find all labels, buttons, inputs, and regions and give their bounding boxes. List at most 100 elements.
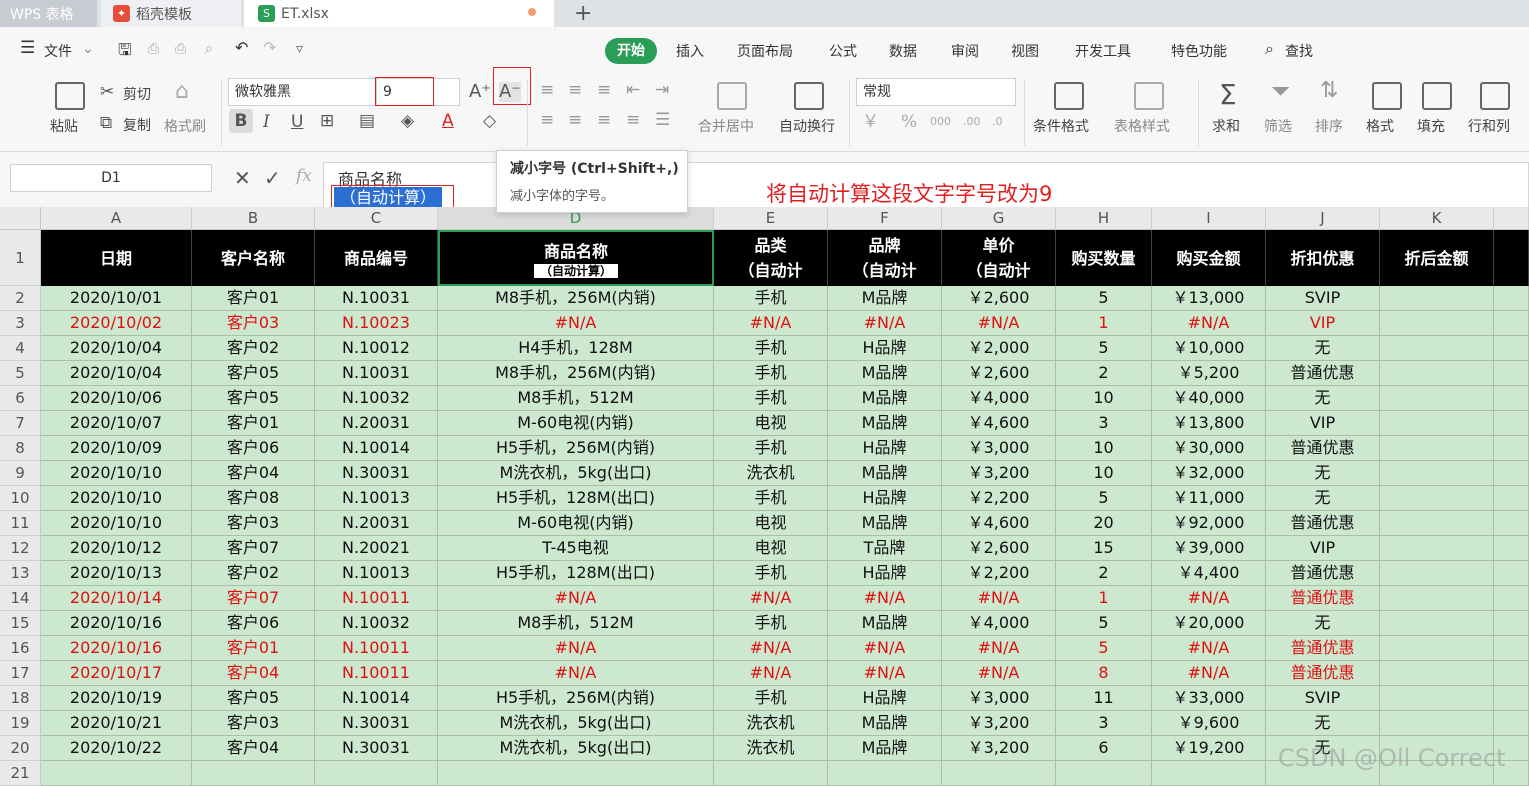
header-category[interactable]: 品类 （自动计	[714, 230, 828, 286]
table-cell[interactable]: #N/A	[438, 311, 714, 336]
table-cell[interactable]: H4手机，128M	[438, 336, 714, 361]
filter-button[interactable]: 筛选	[1264, 116, 1292, 136]
table-cell[interactable]: 2020/10/09	[41, 436, 192, 461]
row-header[interactable]: 13	[0, 561, 41, 586]
table-cell[interactable]: 洗衣机	[714, 461, 828, 486]
table-cell[interactable]: ￥3,200	[942, 736, 1056, 761]
table-cell[interactable]: ￥39,000	[1152, 536, 1266, 561]
table-cell[interactable]: #N/A	[942, 661, 1056, 686]
currency-icon[interactable]: ￥	[862, 112, 879, 132]
table-cell[interactable]	[1380, 436, 1494, 461]
table-cell[interactable]: 无	[1266, 486, 1380, 511]
table-cell[interactable]: ￥4,600	[942, 411, 1056, 436]
table-cell[interactable]: 客户03	[192, 511, 315, 536]
table-cell[interactable]: 客户02	[192, 336, 315, 361]
table-cell[interactable]: M8手机，512M	[438, 386, 714, 411]
distribute-icon[interactable]: ☰	[655, 110, 670, 130]
new-tab-button[interactable]: +	[574, 1, 592, 26]
table-cell[interactable]: 客户05	[192, 361, 315, 386]
table-cell[interactable]: 5	[1056, 611, 1152, 636]
font-name-select[interactable]: 微软雅黑	[228, 78, 376, 106]
table-cell[interactable]: N.10011	[315, 636, 438, 661]
table-cell[interactable]: H5手机，128M(出口)	[438, 486, 714, 511]
table-cell[interactable]	[1380, 511, 1494, 536]
table-cell[interactable]: 20	[1056, 511, 1152, 536]
table-cell[interactable]: 3	[1056, 411, 1152, 436]
table-cell[interactable]: #N/A	[1152, 311, 1266, 336]
indent-decrease-icon[interactable]: ⇤	[626, 80, 640, 100]
table-cell[interactable]: 无	[1266, 711, 1380, 736]
sum-button[interactable]: 求和	[1212, 116, 1240, 136]
tab-insert[interactable]: 插入	[676, 41, 704, 61]
table-cell[interactable]: ￥5,200	[1152, 361, 1266, 386]
table-cell[interactable]: 普通优惠	[1266, 436, 1380, 461]
table-cell[interactable]	[1152, 761, 1266, 786]
table-cell[interactable]: ￥2,200	[942, 561, 1056, 586]
table-cell[interactable]: ￥30,000	[1152, 436, 1266, 461]
table-cell[interactable]: 客户01	[192, 636, 315, 661]
table-cell[interactable]: 2020/10/19	[41, 686, 192, 711]
table-cell[interactable]	[41, 761, 192, 786]
row-header[interactable]: 19	[0, 711, 41, 736]
header-code[interactable]: 商品编号	[315, 230, 438, 286]
cancel-icon[interactable]: ✕	[234, 166, 251, 190]
table-cell[interactable]: N.10014	[315, 436, 438, 461]
table-cell[interactable]: 2020/10/06	[41, 386, 192, 411]
column-header-h[interactable]: H	[1056, 207, 1152, 230]
table-cell[interactable]: ￥2,200	[942, 486, 1056, 511]
table-cell[interactable]	[1380, 611, 1494, 636]
tab-start[interactable]: 开始	[605, 38, 657, 64]
number-format-select[interactable]: 常规	[856, 78, 1016, 106]
tab-developer[interactable]: 开发工具	[1075, 41, 1131, 61]
table-cell[interactable]: ￥4,400	[1152, 561, 1266, 586]
header-extra[interactable]	[1494, 230, 1529, 286]
sort-button[interactable]: 排序	[1315, 116, 1343, 136]
table-cell[interactable]: N.10013	[315, 561, 438, 586]
table-cell[interactable]: 1	[1056, 586, 1152, 611]
table-cell[interactable]: 2020/10/10	[41, 461, 192, 486]
header-brand[interactable]: 品牌 （自动计	[828, 230, 942, 286]
table-cell[interactable]: N.20031	[315, 511, 438, 536]
table-cell[interactable]: ￥92,000	[1152, 511, 1266, 536]
table-cell[interactable]	[1494, 486, 1529, 511]
table-cell[interactable]: N.10011	[315, 661, 438, 686]
redo-icon[interactable]: ↷	[263, 38, 276, 57]
table-cell[interactable]: N.30031	[315, 461, 438, 486]
table-cell[interactable]: ￥2,000	[942, 336, 1056, 361]
table-cell[interactable]	[1494, 586, 1529, 611]
column-header-k[interactable]: K	[1380, 207, 1494, 230]
table-cell[interactable]	[714, 761, 828, 786]
row-header[interactable]: 2	[0, 286, 41, 311]
row-header[interactable]: 9	[0, 461, 41, 486]
table-cell[interactable]	[1380, 386, 1494, 411]
percent-icon[interactable]: %	[901, 112, 917, 132]
table-cell[interactable]: 无	[1266, 336, 1380, 361]
table-cell[interactable]: 10	[1056, 461, 1152, 486]
table-cell[interactable]	[1494, 536, 1529, 561]
table-cell[interactable]: H品牌	[828, 336, 942, 361]
table-cell[interactable]: T品牌	[828, 536, 942, 561]
table-cell[interactable]: H品牌	[828, 686, 942, 711]
table-cell[interactable]: ￥13,000	[1152, 286, 1266, 311]
print-icon[interactable]: ⎙	[175, 41, 186, 57]
table-cell[interactable]: 15	[1056, 536, 1152, 561]
table-cell[interactable]	[1494, 686, 1529, 711]
table-cell[interactable]	[1380, 711, 1494, 736]
table-cell[interactable]: H品牌	[828, 436, 942, 461]
table-cell[interactable]: 客户06	[192, 436, 315, 461]
tab-data[interactable]: 数据	[889, 41, 917, 61]
table-cell[interactable]: M洗衣机，5kg(出口)	[438, 461, 714, 486]
table-cell[interactable]: 2020/10/12	[41, 536, 192, 561]
table-cell[interactable]: 手机	[714, 486, 828, 511]
table-cell[interactable]: 客户01	[192, 286, 315, 311]
align-center-icon[interactable]: ≡	[568, 110, 582, 130]
table-cell[interactable]: #N/A	[714, 636, 828, 661]
table-cell[interactable]	[1380, 411, 1494, 436]
merge-center-button[interactable]: 合并居中	[698, 116, 754, 136]
table-cell[interactable]: N.10032	[315, 386, 438, 411]
table-cell[interactable]: 11	[1056, 686, 1152, 711]
table-cell[interactable]: 手机	[714, 611, 828, 636]
table-cell[interactable]	[315, 761, 438, 786]
table-cell[interactable]: N.30031	[315, 736, 438, 761]
table-cell[interactable]: N.10032	[315, 611, 438, 636]
